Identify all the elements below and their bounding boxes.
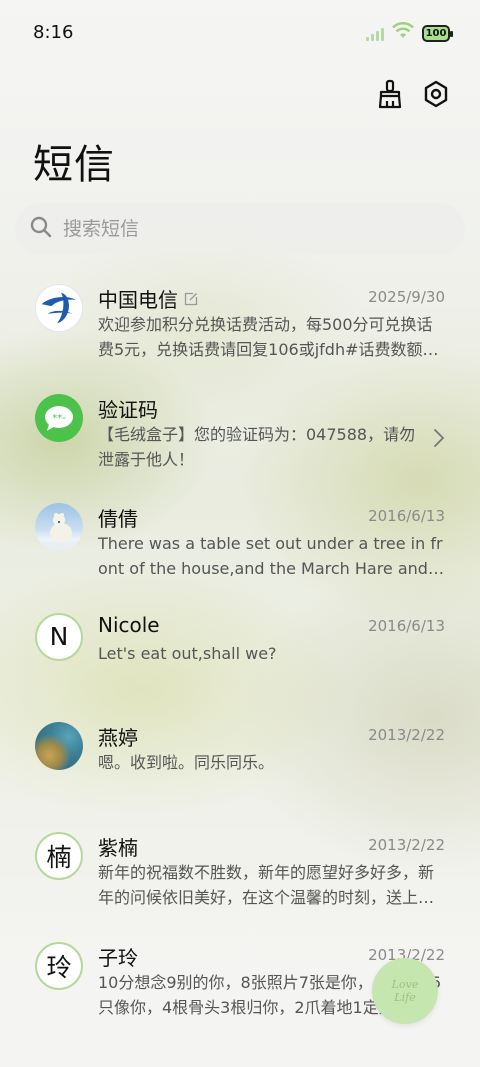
conversation-item[interactable]: 倩倩 2016/6/13 There was a table set out u…: [0, 491, 480, 601]
conversation-name: 燕婷: [98, 722, 138, 751]
battery-icon: 100: [422, 24, 453, 42]
conversation-date: 2016/6/13: [368, 616, 445, 635]
china-telecom-logo: [35, 284, 83, 332]
conversation-item[interactable]: 楠 紫楠 2013/2/22 新年的祝福数不胜数，新年的愿望好多好多，新年的问候…: [0, 820, 480, 930]
status-icons: 100: [366, 22, 453, 44]
fab-label-line1: Love: [391, 978, 419, 991]
conversation-item[interactable]: 燕婷 2013/2/22 嗯。收到啦。同乐同乐。: [0, 710, 480, 820]
conversation-preview: 欢迎参加积分兑换话费活动，每500分可兑换话费5元，兑换话费请回复106或jfd…: [98, 315, 436, 359]
conversation-date: 2013/2/22: [368, 726, 445, 745]
settings-icon[interactable]: [422, 78, 450, 110]
conversation-preview: There was a table set out under a tree i…: [98, 534, 443, 579]
edit-note-icon: [184, 287, 198, 311]
conversation-name-text: 子玲: [98, 945, 138, 970]
wifi-icon: [392, 22, 414, 44]
polar-bear-photo: [35, 503, 83, 552]
conversation-name: 中国电信: [98, 284, 198, 313]
conversation-preview: 【毛绒盒子】您的验证码为：047588，请勿泄露于他人！: [98, 424, 416, 469]
svg-text:**-: **-: [52, 413, 66, 424]
conversation-item[interactable]: **- 验证码 【毛绒盒子】您的验证码为：047588，请勿泄露于他人！: [0, 382, 480, 492]
compose-fab-button[interactable]: Love Life: [372, 958, 438, 1024]
top-actions: [376, 78, 450, 110]
conversation-name-text: 验证码: [98, 397, 158, 422]
conversation-date: 2016/6/13: [368, 507, 445, 526]
search-input[interactable]: [63, 217, 423, 240]
conversation-list: 中国电信 2025/9/30 欢迎参加积分兑换话费活动，每500分可兑换话费5元…: [0, 272, 480, 1039]
conversation-name: Nicole: [98, 613, 160, 637]
fab-label-line2: Life: [394, 991, 416, 1004]
message-icon: **-: [35, 393, 83, 442]
battery-level: 100: [425, 27, 447, 39]
conversation-date: 2025/9/30: [368, 288, 445, 306]
status-bar: 8:16 100: [0, 0, 480, 66]
conversation-name-text: 中国电信: [98, 288, 178, 312]
ocean-photo: [35, 722, 83, 771]
conversation-item[interactable]: 中国电信 2025/9/30 欢迎参加积分兑换话费活动，每500分可兑换话费5元…: [0, 272, 480, 382]
conversation-name-text: Nicole: [98, 612, 160, 637]
conversation-name-text: 燕婷: [98, 726, 138, 751]
conversation-name-text: 倩倩: [98, 507, 138, 532]
search-bar[interactable]: [15, 203, 465, 254]
avatar-letter: N: [35, 612, 83, 661]
conversation-preview: 新年的祝福数不胜数，新年的愿望好多好多，新年的问候依旧美好，在这个温馨的时刻，送…: [98, 862, 435, 907]
conversation-item[interactable]: N Nicole 2016/6/13 Let's eat out,shall w…: [0, 601, 480, 711]
signal-icon: [366, 25, 384, 41]
search-icon: [29, 215, 53, 243]
status-time: 8:16: [33, 22, 74, 43]
conversation-name: 紫楠: [98, 832, 138, 861]
conversation-name: 子玲: [98, 942, 138, 971]
page-title: 短信: [33, 142, 115, 188]
conversation-date: 2013/2/22: [368, 835, 445, 854]
broom-icon[interactable]: [376, 78, 404, 110]
avatar-letter: 楠: [35, 831, 83, 880]
chevron-right-icon[interactable]: [433, 428, 445, 452]
conversation-preview: 嗯。收到啦。同乐同乐。: [98, 753, 275, 773]
conversation-preview: Let's eat out,shall we?: [98, 643, 277, 663]
conversation-name: 倩倩: [98, 503, 138, 532]
avatar-letter: 玲: [35, 941, 83, 990]
conversation-name-text: 紫楠: [98, 835, 138, 860]
conversation-name: 验证码: [98, 394, 158, 423]
